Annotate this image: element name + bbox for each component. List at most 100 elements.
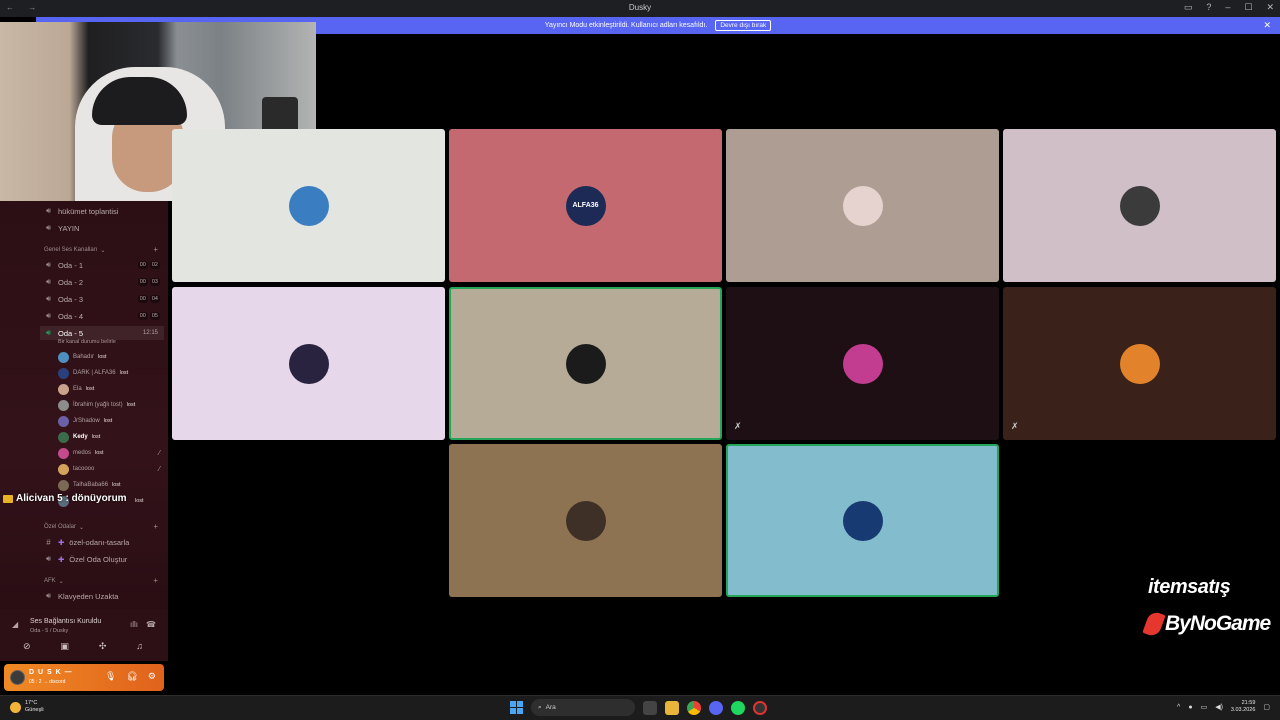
- member-tag: lost: [85, 386, 95, 392]
- voice-member[interactable]: Ela lost: [58, 383, 162, 395]
- network-icon[interactable]: ▭: [1201, 703, 1208, 711]
- channel-item-yayin[interactable]: 🔊︎ YAYIN: [44, 221, 164, 235]
- activities-icon[interactable]: ✣: [99, 641, 107, 652]
- voice-status[interactable]: Ses Bağlantısı Kuruldu: [30, 618, 101, 625]
- voice-member[interactable]: tacoooo ⁄: [58, 463, 162, 475]
- close-icon[interactable]: ✕: [1263, 20, 1271, 31]
- spotify-icon[interactable]: [731, 700, 745, 715]
- user-panel: D U S K — 05 : 2 → discord 🎙︎ 🎧︎ ⚙: [4, 664, 164, 691]
- camera-off-icon[interactable]: ⊘: [23, 641, 31, 652]
- avatar: [842, 185, 883, 226]
- plus-icon: ✚: [58, 537, 65, 547]
- minimize-icon[interactable]: –: [1225, 2, 1230, 13]
- participant-tile[interactable]: [726, 444, 999, 597]
- voice-member[interactable]: Kedy lost: [58, 431, 162, 443]
- disconnect-icon[interactable]: ☎: [146, 620, 156, 629]
- avatar[interactable]: [10, 670, 25, 685]
- sponsor-logo-itemsatis: itemsatış: [1148, 576, 1231, 598]
- notifications-icon[interactable]: ▢: [1263, 703, 1270, 711]
- file-explorer-icon[interactable]: [665, 700, 679, 715]
- channel-item-oda-2[interactable]: 🔊︎ Oda - 2 00 03: [44, 275, 164, 289]
- speaker-icon: 🔊︎: [45, 311, 52, 320]
- speaker-icon: 🔊︎: [45, 554, 52, 563]
- weather-widget[interactable]: 17°C Güneşli: [10, 700, 44, 714]
- category-afk[interactable]: AFK ⌄ +: [44, 576, 162, 585]
- participant-tile[interactable]: [1003, 129, 1276, 282]
- channel-item-ozel-oda-olustur[interactable]: 🔊︎ ✚ Özel Oda Oluştur: [44, 552, 164, 566]
- user-count: 00 03: [137, 278, 160, 286]
- clock[interactable]: 21:59 3.03.2026: [1231, 700, 1255, 714]
- headphones-icon[interactable]: 🎧︎: [126, 671, 137, 682]
- speaker-icon: 🔊︎: [45, 591, 52, 600]
- hash-icon: #: [46, 537, 51, 547]
- category-private[interactable]: Özel Odalar ⌄ +: [44, 522, 162, 531]
- channel-status-prompt[interactable]: Bir kanal durumu belirle: [58, 339, 116, 345]
- voice-member[interactable]: DARK | ALFA36 lost: [58, 367, 162, 379]
- channel-item-oda-3[interactable]: 🔊︎ Oda - 3 00 04: [44, 292, 164, 306]
- inbox-icon[interactable]: ▭: [1184, 2, 1193, 13]
- sun-icon: [10, 701, 21, 713]
- microphone-icon[interactable]: ●: [1188, 704, 1192, 711]
- add-channel-icon[interactable]: +: [153, 245, 158, 254]
- chevron-down-icon: ⌄: [100, 248, 106, 254]
- channel-item-oda-4[interactable]: 🔊︎ Oda - 4 00 05: [44, 309, 164, 323]
- avatar: [58, 351, 69, 363]
- noise-suppression-icon[interactable]: ıllı: [130, 620, 138, 629]
- participant-tile[interactable]: [172, 287, 445, 440]
- participant-tile[interactable]: ✗: [726, 287, 999, 440]
- username[interactable]: D U S K —: [29, 669, 73, 676]
- voice-connection-panel: ◢ Ses Bağlantısı Kuruldu Oda - 5 / Dusky…: [0, 609, 168, 661]
- avatar: [58, 399, 69, 411]
- soundboard-icon[interactable]: ♫: [136, 641, 143, 652]
- voice-member[interactable]: Bahadır lost: [58, 351, 162, 363]
- participant-tile[interactable]: [449, 444, 722, 597]
- volume-icon[interactable]: ◀): [1215, 703, 1223, 711]
- participant-tile[interactable]: [172, 129, 445, 282]
- crown-icon: [3, 494, 13, 503]
- add-channel-icon[interactable]: +: [153, 576, 158, 585]
- windows-taskbar: 17°C Güneşli ⌕ Ara ^ ● ▭ ◀) 21:59 3.03.20…: [0, 695, 1280, 720]
- participant-tile[interactable]: ALFA36: [449, 129, 722, 282]
- avatar: [58, 415, 69, 427]
- chevron-down-icon: ⌄: [58, 579, 64, 585]
- help-icon[interactable]: ?: [1206, 2, 1211, 13]
- add-channel-icon[interactable]: +: [153, 522, 158, 531]
- voice-channel-path[interactable]: Oda - 5 / Dusky: [30, 628, 68, 634]
- avatar: [58, 447, 69, 459]
- windows-start-icon[interactable]: [510, 701, 523, 714]
- member-tag: lost: [103, 418, 113, 424]
- taskbar-search[interactable]: ⌕ Ara: [531, 699, 635, 716]
- sponsor-logo-bynogame: ByNoGame: [1142, 609, 1271, 639]
- participant-tile[interactable]: [726, 129, 999, 282]
- participant-tile[interactable]: ✗: [1003, 287, 1276, 440]
- microphone-icon[interactable]: 🎙︎: [105, 671, 116, 682]
- channel-item-afk[interactable]: 🔊︎ Klavyeden Uzakta: [44, 589, 164, 603]
- avatar: [842, 343, 883, 384]
- voice-member[interactable]: medos lost ⁄: [58, 447, 162, 459]
- close-icon[interactable]: ✕: [1266, 2, 1274, 13]
- disable-streamer-mode-button[interactable]: Devre dışı bırak: [715, 20, 772, 31]
- speaker-icon: 🔊︎: [45, 223, 52, 232]
- channel-item-oda-5[interactable]: 🔊︎ Oda - 5 12:15: [40, 326, 164, 340]
- discord-icon[interactable]: [709, 700, 723, 715]
- gear-icon[interactable]: ⚙: [148, 671, 156, 682]
- obs-icon[interactable]: [753, 700, 767, 715]
- member-tag: lost: [126, 402, 136, 408]
- member-tag: lost: [135, 498, 144, 504]
- maximize-icon[interactable]: ☐: [1244, 2, 1252, 13]
- channel-item-ozel-odani-tasarla[interactable]: # ✚ özel-odanı-tasarla: [44, 535, 164, 549]
- channel-item-oda-1[interactable]: 🔊︎ Oda - 1 00 02: [44, 258, 164, 272]
- category-voice[interactable]: Genel Ses Kanalları ⌄ +: [44, 245, 162, 254]
- speaker-icon: 🔊︎: [45, 294, 52, 303]
- chevron-up-icon[interactable]: ^: [1177, 704, 1180, 711]
- channel-item-hukumet[interactable]: 🔊︎ hükümet toplantisi: [44, 204, 164, 218]
- participant-tile[interactable]: [449, 287, 722, 440]
- signal-icon[interactable]: ◢: [12, 620, 18, 629]
- voice-member[interactable]: İbrahim (yağlı tost) lost: [58, 399, 162, 411]
- voice-member[interactable]: JrShadow lost: [58, 415, 162, 427]
- stream-alert-overlay: Alicivan 5 : dönüyorum: [3, 493, 127, 504]
- voice-member[interactable]: TalhaBaba66 lost: [58, 479, 162, 491]
- task-view-icon[interactable]: [643, 700, 657, 715]
- screen-share-icon[interactable]: ▣: [60, 641, 69, 652]
- chrome-icon[interactable]: [687, 700, 701, 715]
